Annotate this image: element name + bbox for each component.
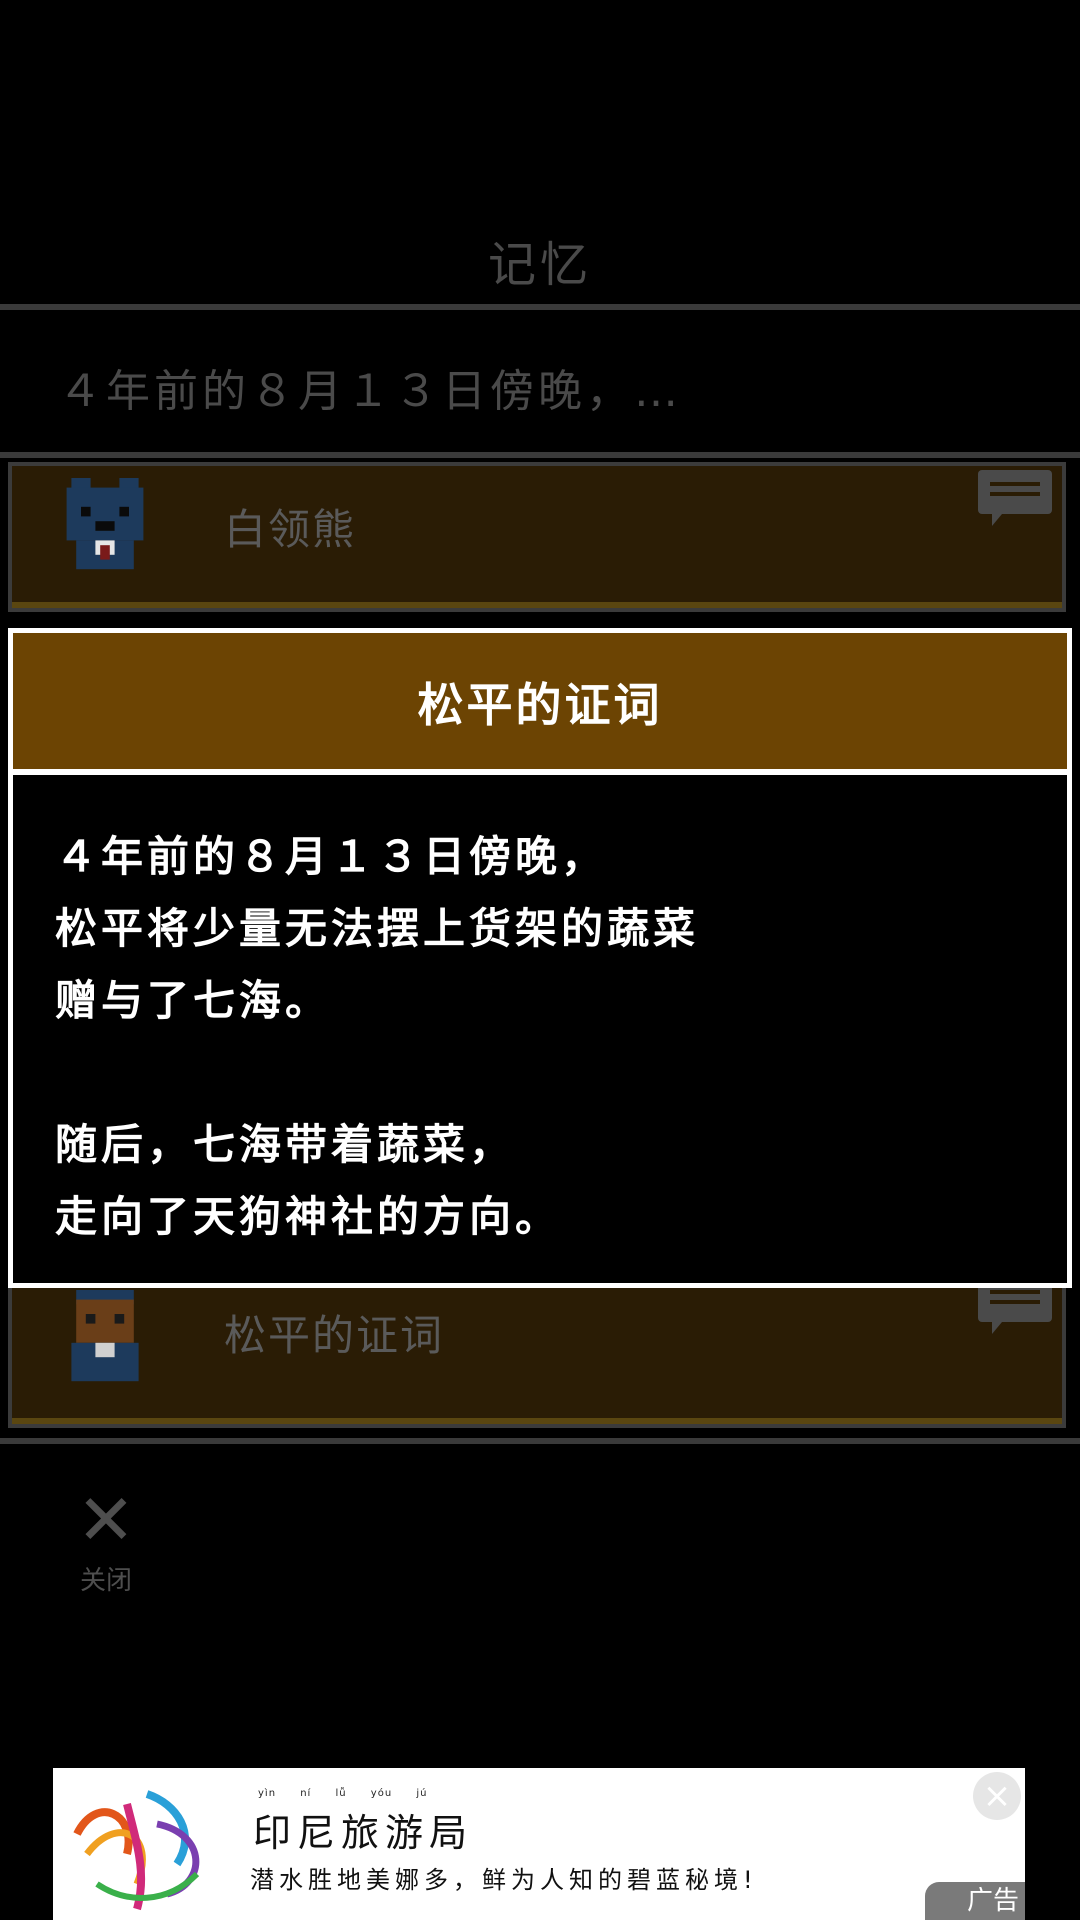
ad-banner[interactable]: yìn ní lǚ yóu jú 印尼旅游局 潜水胜地美娜多，鲜为人知的碧蓝秘境…: [53, 1768, 1025, 1920]
ad-close-icon[interactable]: ×: [973, 1772, 1021, 1820]
ad-subtitle: 潜水胜地美娜多，鲜为人知的碧蓝秘境!: [250, 1866, 758, 1894]
modal-body: ４年前的８月１３日傍晚， 松平将少量无法摆上货架的蔬菜 赠与了七海。 随后，七海…: [55, 821, 1015, 1253]
modal-title: 松平的证词: [417, 678, 663, 732]
memory-title: 记忆: [487, 237, 592, 293]
memory-card-matsudaira-testimony[interactable]: 松平的证词: [8, 1278, 1066, 1428]
matsudaira-avatar-icon: [71, 1290, 139, 1382]
close-label: 关闭: [79, 1566, 132, 1596]
divider: [0, 452, 1080, 458]
bear-avatar-icon: [66, 478, 144, 570]
close-x-icon: ✕: [76, 1479, 136, 1561]
modal-line: ４年前的８月１３日傍晚，: [55, 832, 608, 881]
tourism-logo-icon: [73, 1790, 200, 1911]
divider: [0, 1438, 1080, 1444]
divider: [0, 304, 1080, 310]
modal-line: 赠与了七海。: [55, 976, 332, 1025]
modal-header: 松平的证词: [13, 633, 1067, 775]
testimony-modal[interactable]: 松平的证词 ４年前的８月１３日傍晚， 松平将少量无法摆上货架的蔬菜 赠与了七海。…: [8, 628, 1072, 1288]
memory-summary[interactable]: ４年前的８月１３日傍晚，…: [58, 355, 682, 419]
modal-line: 随后，七海带着蔬菜，: [55, 1120, 516, 1169]
modal-line: 走向了天狗神社的方向。: [55, 1192, 562, 1241]
close-button[interactable]: ✕ 关闭: [66, 1479, 146, 1596]
ad-tag: 广告: [925, 1882, 1025, 1920]
ad-title-pinyin: yìn ní lǚ yóu jú: [258, 1788, 428, 1799]
memory-card-label: 松平的证词: [224, 1311, 445, 1360]
ad-title: 印尼旅游局: [253, 1811, 474, 1855]
modal-line: 松平将少量无法摆上货架的蔬菜: [55, 904, 700, 953]
speech-bubble-icon[interactable]: [978, 470, 1052, 526]
memory-card-label: 白领熊: [224, 505, 357, 554]
memory-card-white-collar-bear[interactable]: 白领熊: [8, 462, 1066, 612]
